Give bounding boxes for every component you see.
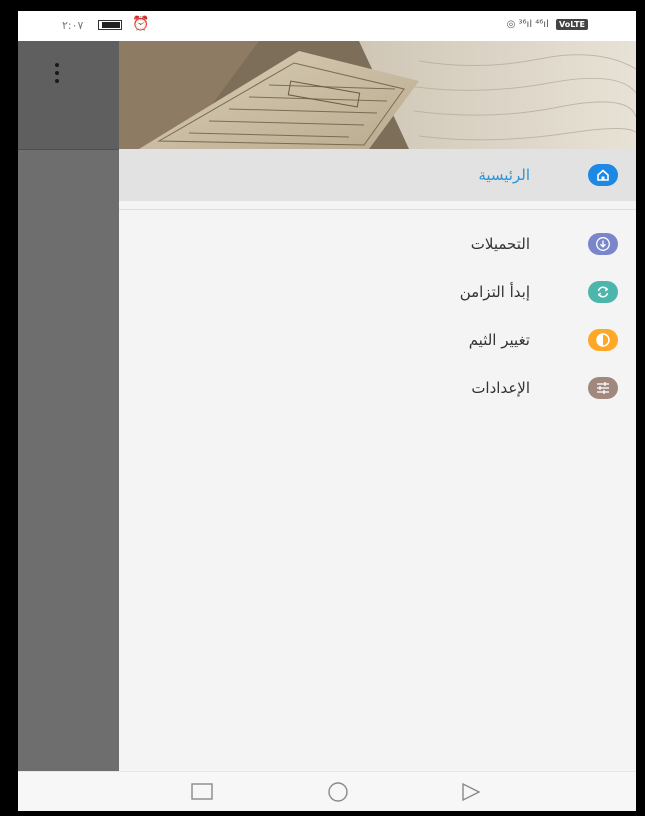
recent-apps-icon[interactable] [190,782,214,806]
download-icon [588,233,618,255]
battery-icon [98,20,122,30]
navigation-drawer: الرئيسية التحميلات إبدأ التزامن تغيير ال… [119,41,636,771]
device-frame: ٢:٠٧ ⏰ ◎ ³⁶ıl ⁴⁶ıl VoLTE الرئيسية التحمي… [0,0,645,816]
menu-divider [119,209,636,210]
menu-item-label: الإعدادات [471,379,530,397]
quran-book-photo [119,41,636,149]
settings-sliders-icon [588,377,618,399]
main-content-scrim[interactable] [18,41,119,771]
menu-item-settings[interactable]: الإعدادات [119,364,636,412]
status-bar: ٢:٠٧ ⏰ ◎ ³⁶ıl ⁴⁶ıl VoLTE [18,11,636,41]
overflow-menu-icon[interactable] [52,63,62,83]
drawer-header-image [119,41,636,149]
system-nav-bar [18,771,636,811]
theme-contrast-icon [588,329,618,351]
status-time: ٢:٠٧ [62,19,84,32]
home-circle-icon[interactable] [323,782,353,808]
menu-item-start-sync[interactable]: إبدأ التزامن [119,268,636,316]
signal-icons: ◎ ³⁶ıl ⁴⁶ıl [506,19,549,30]
home-icon [588,164,618,186]
menu-item-label: الرئيسية [478,166,530,184]
main-toolbar [18,41,119,150]
back-triangle-icon[interactable] [459,782,483,808]
menu-item-label: تغيير الثيم [468,331,530,349]
volte-badge: VoLTE [556,19,588,30]
alarm-clock-icon: ⏰ [132,16,150,32]
status-signal-group: ◎ ³⁶ıl ⁴⁶ıl VoLTE [507,19,588,30]
drawer-menu: الرئيسية التحميلات إبدأ التزامن تغيير ال… [119,149,636,412]
phone-screen: ٢:٠٧ ⏰ ◎ ³⁶ıl ⁴⁶ıl VoLTE الرئيسية التحمي… [18,11,636,811]
menu-item-home[interactable]: الرئيسية [119,149,636,201]
sync-icon [588,281,618,303]
menu-item-downloads[interactable]: التحميلات [119,220,636,268]
menu-item-change-theme[interactable]: تغيير الثيم [119,316,636,364]
menu-item-label: التحميلات [470,235,530,253]
menu-item-label: إبدأ التزامن [459,283,530,301]
